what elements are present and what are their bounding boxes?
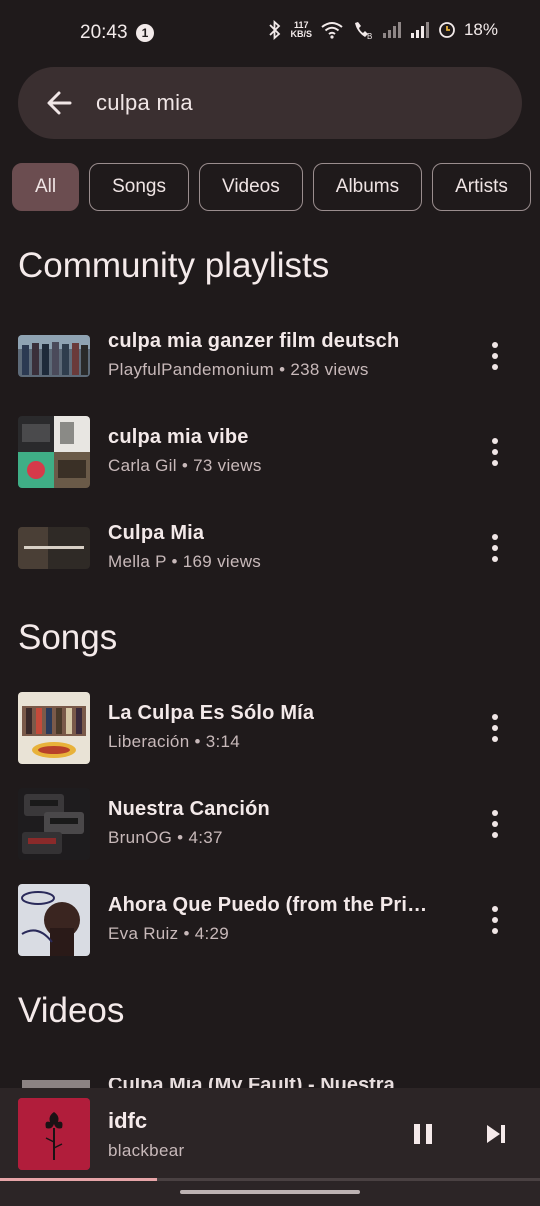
playback-progress-fill <box>0 1178 157 1181</box>
status-time: 20:43 <box>80 22 128 43</box>
now-playing-title: idfc <box>108 1108 148 1133</box>
chip-albums[interactable]: Albums <box>312 163 423 211</box>
playback-progress-bar[interactable] <box>0 1178 540 1181</box>
section-title-community-playlists: Community playlists <box>18 246 330 285</box>
song-thumbnail <box>18 692 90 764</box>
more-vert-icon[interactable] <box>482 434 508 470</box>
video-item-partial[interactable]: Culpa Mia (My Fault) - Nuestra <box>0 1078 540 1088</box>
playlist-thumbnail <box>18 527 90 569</box>
song-subtitle: BrunOG • 4:37 <box>108 828 223 847</box>
now-playing-thumbnail <box>18 1098 90 1170</box>
playlist-title: Culpa Mia <box>108 522 205 544</box>
network-speed: 117 KB/S <box>290 21 312 39</box>
search-bar[interactable]: culpa mia <box>18 67 522 139</box>
song-item[interactable]: La Culpa Es Sólo Mía Liberación • 3:14 <box>0 680 540 776</box>
home-indicator[interactable] <box>180 1190 360 1194</box>
song-title: La Culpa Es Sólo Mía <box>108 702 315 724</box>
more-vert-icon[interactable] <box>482 338 508 374</box>
playlist-subtitle: Mella P • 169 views <box>108 552 262 571</box>
bluetooth-icon <box>269 20 281 40</box>
more-vert-icon[interactable] <box>482 530 508 566</box>
signal-1-icon <box>382 22 401 38</box>
signal-2-icon <box>410 22 429 38</box>
mini-player[interactable]: idfc blackbear <box>0 1088 540 1206</box>
more-vert-icon[interactable] <box>482 806 508 842</box>
video-title: Culpa Mia (My Fault) - Nuestra <box>108 1078 395 1088</box>
song-thumbnail <box>18 788 90 860</box>
song-title: Ahora Que Puedo (from the Pri… <box>108 894 428 916</box>
song-subtitle: Liberación • 3:14 <box>108 732 241 751</box>
search-input[interactable]: culpa mia <box>96 90 193 116</box>
playlist-item[interactable]: culpa mia vibe Carla Gil • 73 views <box>0 404 540 500</box>
status-icons: 117 KB/S B 18% <box>268 20 498 40</box>
wifi-icon <box>321 22 343 39</box>
song-item[interactable]: Ahora Que Puedo (from the Pri… Eva Ruiz … <box>0 872 540 968</box>
playlist-thumbnail <box>18 335 90 377</box>
song-thumbnail <box>18 884 90 956</box>
battery-percent: 18% <box>463 20 498 39</box>
more-vert-icon[interactable] <box>482 710 508 746</box>
filter-chips: All Songs Videos Albums Artists <box>12 163 540 211</box>
playlist-subtitle: PlayfulPandemonium • 238 views <box>108 360 369 379</box>
section-title-songs: Songs <box>18 618 118 657</box>
playlist-subtitle: Carla Gil • 73 views <box>108 456 262 475</box>
song-subtitle: Eva Ruiz • 4:29 <box>108 924 230 943</box>
section-title-videos: Videos <box>18 991 125 1030</box>
skip-next-icon[interactable] <box>482 1120 510 1148</box>
playlist-title: culpa mia ganzer film deutsch <box>108 330 400 352</box>
playlist-item[interactable]: culpa mia ganzer film deutsch PlayfulPan… <box>0 308 540 404</box>
notification-badge: 1 <box>136 24 154 42</box>
network-speed-unit: KB/S <box>290 29 312 39</box>
playlist-title: culpa mia vibe <box>108 426 249 448</box>
song-title: Nuestra Canción <box>108 798 270 820</box>
more-vert-icon[interactable] <box>482 902 508 938</box>
chip-artists[interactable]: Artists <box>432 163 531 211</box>
chip-videos[interactable]: Videos <box>199 163 303 211</box>
playlist-item[interactable]: Culpa Mia Mella P • 169 views <box>0 500 540 596</box>
chip-songs[interactable]: Songs <box>89 163 189 211</box>
battery-icon <box>439 22 455 38</box>
status-bar: 20:43 1 117 KB/S B 18% <box>0 0 540 64</box>
wifi-calling-icon: B <box>354 22 372 40</box>
svg-text:B: B <box>367 32 372 40</box>
now-playing-artist: blackbear <box>108 1141 185 1160</box>
song-item[interactable]: Nuestra Canción BrunOG • 4:37 <box>0 776 540 872</box>
pause-icon[interactable] <box>409 1120 437 1148</box>
chip-all[interactable]: All <box>12 163 80 211</box>
back-arrow-icon[interactable] <box>44 87 76 119</box>
playlist-thumbnail <box>18 416 90 488</box>
video-thumbnail <box>22 1080 90 1088</box>
